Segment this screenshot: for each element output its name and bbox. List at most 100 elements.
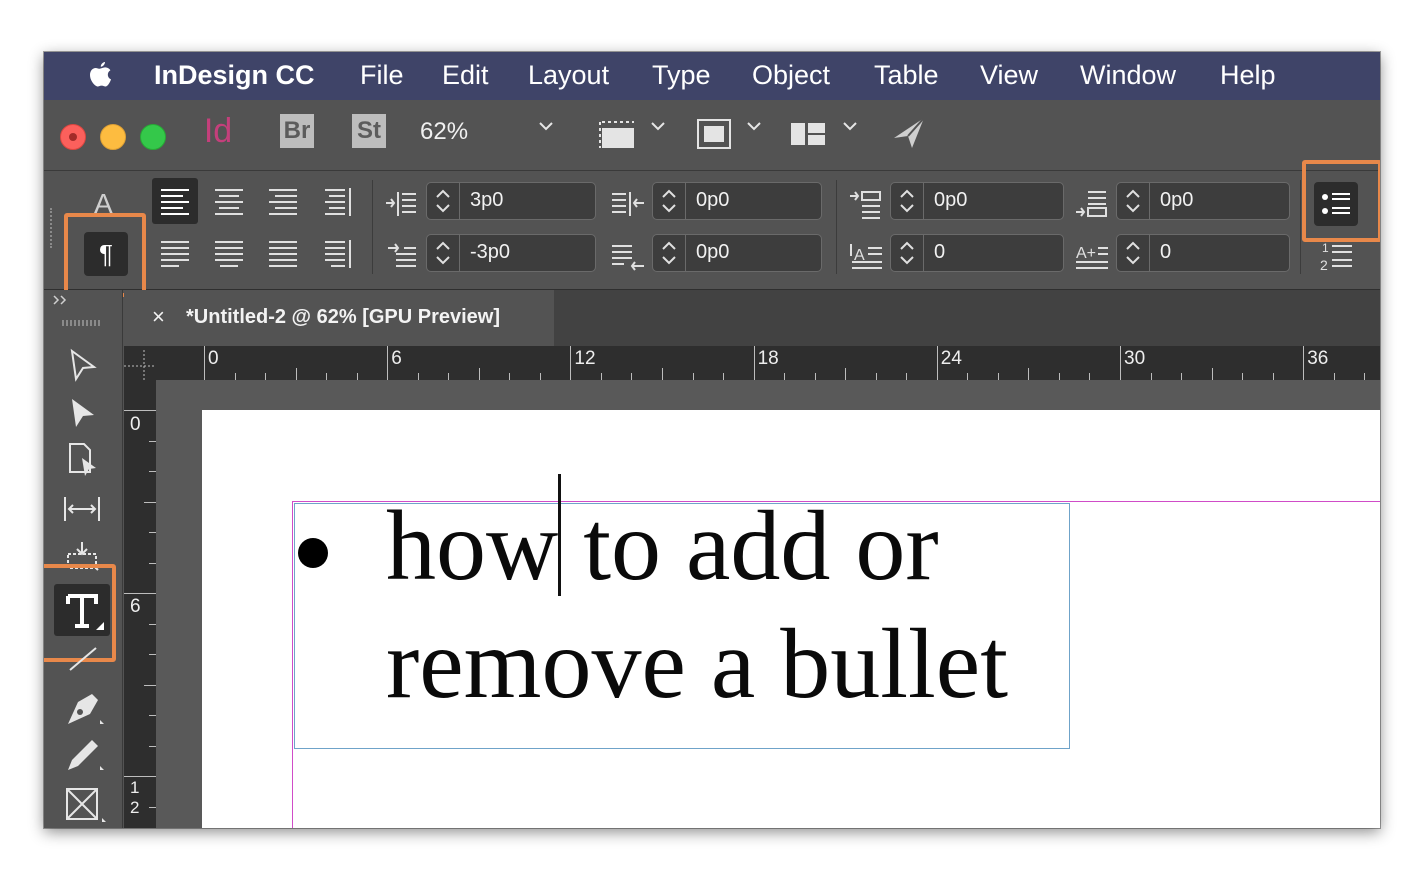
right-indent-field[interactable]: 0p0	[652, 182, 822, 220]
first-line-indent-icon	[388, 243, 416, 267]
justify-center-button[interactable]	[206, 230, 252, 276]
align-away-spine-icon	[325, 240, 351, 268]
last-line-right-indent-value[interactable]: 0p0	[696, 241, 729, 264]
drop-cap-characters-field[interactable]: 0	[1116, 234, 1290, 272]
align-left-button[interactable]	[152, 178, 198, 224]
ruler-major-tick	[753, 346, 755, 380]
ruler-minor-tick	[509, 373, 511, 380]
menu-type[interactable]: Type	[652, 60, 711, 91]
chevron-down-icon[interactable]	[842, 120, 858, 132]
drop-cap-lines-value[interactable]: 0	[934, 241, 945, 264]
last-line-right-indent-field[interactable]: 0p0	[652, 234, 822, 272]
indesign-logo: Id	[203, 112, 233, 150]
panel-grip[interactable]	[62, 320, 100, 326]
pencil-tool-icon[interactable]	[64, 736, 108, 776]
menu-object[interactable]: Object	[752, 60, 830, 91]
chevron-down-icon[interactable]	[650, 120, 666, 132]
chevron-down-icon[interactable]	[538, 120, 554, 132]
space-before-field[interactable]: 0p0	[890, 182, 1064, 220]
screen-mode-icon[interactable]	[696, 118, 732, 150]
justify-left-button[interactable]	[152, 230, 198, 276]
close-window-button[interactable]	[60, 124, 86, 150]
align-center-icon	[215, 189, 243, 215]
align-right-button[interactable]	[260, 178, 306, 224]
ruler-minor-tick	[149, 440, 156, 442]
align-towards-spine-button[interactable]	[314, 178, 360, 224]
vertical-ruler[interactable]: 0 6 12	[124, 380, 156, 828]
numbered-list-icon[interactable]: 1 2	[1316, 238, 1356, 274]
justify-all-button[interactable]	[260, 230, 306, 276]
first-line-indent-stepper[interactable]	[427, 235, 460, 271]
align-center-button[interactable]	[206, 178, 252, 224]
menu-table[interactable]: Table	[874, 60, 939, 91]
align-away-spine-button[interactable]	[314, 230, 360, 276]
menu-window[interactable]: Window	[1080, 60, 1176, 91]
first-line-indent-value[interactable]: -3p0	[470, 241, 510, 264]
text-line-2[interactable]: remove a bullet	[386, 614, 1008, 714]
left-indent-field[interactable]: 3p0	[426, 182, 596, 220]
zoom-window-button[interactable]	[140, 124, 166, 150]
vertical-ruler-label: 2	[130, 798, 140, 817]
direct-selection-tool-icon[interactable]	[68, 348, 98, 384]
zoom-level[interactable]: 62%	[420, 118, 468, 146]
selection-tool-icon[interactable]	[68, 396, 98, 432]
stepper-arrows-icon	[1126, 241, 1140, 265]
menu-file[interactable]: File	[360, 60, 404, 91]
space-before-stepper[interactable]	[891, 183, 924, 219]
space-after-stepper[interactable]	[1117, 183, 1150, 219]
space-after-field[interactable]: 0p0	[1116, 182, 1290, 220]
horizontal-ruler-label: 18	[757, 348, 779, 369]
left-indent-value[interactable]: 3p0	[470, 189, 503, 212]
collapse-panel-icon[interactable]	[52, 294, 70, 306]
view-options-icon[interactable]	[598, 118, 638, 150]
ruler-minor-tick	[1058, 373, 1060, 380]
bullet-glyph	[298, 538, 328, 568]
rectangle-frame-tool-icon[interactable]	[64, 786, 108, 826]
ruler-minor-tick	[265, 373, 267, 380]
space-after-value[interactable]: 0p0	[1160, 189, 1193, 212]
drop-cap-lines-field[interactable]: 0	[890, 234, 1064, 272]
apple-icon[interactable]	[86, 60, 114, 92]
app-name[interactable]: InDesign CC	[154, 60, 315, 91]
bridge-button[interactable]: Br	[280, 114, 314, 148]
ruler-minor-tick	[149, 654, 156, 655]
pen-tool-icon[interactable]	[64, 690, 108, 730]
menu-edit[interactable]: Edit	[442, 60, 489, 91]
horizontal-ruler-label: 24	[940, 348, 962, 369]
stepper-arrows-icon	[1126, 189, 1140, 213]
ruler-major-tick	[124, 776, 156, 777]
document-tab[interactable]: × *Untitled-2 @ 62% [GPU Preview]	[124, 290, 554, 346]
gap-tool-icon[interactable]	[62, 494, 102, 524]
drop-cap-lines-stepper[interactable]	[891, 235, 924, 271]
space-before-value[interactable]: 0p0	[934, 189, 967, 212]
drop-cap-characters-stepper[interactable]	[1117, 235, 1150, 271]
ruler-minor-tick	[1364, 373, 1366, 380]
horizontal-ruler[interactable]: 0 6 12 18 24 30 36	[156, 346, 1380, 381]
ruler-minor-tick	[149, 562, 156, 564]
last-line-right-indent-stepper[interactable]	[653, 235, 686, 271]
ruler-minor-tick	[448, 373, 450, 380]
text-line-1[interactable]: how to add or	[386, 496, 939, 596]
left-indent-stepper[interactable]	[427, 183, 460, 219]
page-tool-icon[interactable]	[66, 442, 100, 478]
menu-layout[interactable]: Layout	[528, 60, 609, 91]
stock-button[interactable]: St	[352, 114, 386, 148]
align-left-icon	[161, 189, 189, 215]
drop-cap-characters-value[interactable]: 0	[1160, 241, 1171, 264]
menu-view[interactable]: View	[980, 60, 1038, 91]
chevron-down-icon[interactable]	[746, 120, 762, 132]
first-line-indent-field[interactable]: -3p0	[426, 234, 596, 272]
document-tab-title[interactable]: *Untitled-2 @ 62% [GPU Preview]	[186, 306, 500, 329]
publish-online-icon[interactable]	[890, 114, 928, 152]
panel-grip[interactable]	[50, 208, 56, 248]
ruler-origin[interactable]	[124, 346, 156, 380]
right-indent-stepper[interactable]	[653, 183, 686, 219]
arrange-documents-icon[interactable]	[790, 122, 826, 146]
menu-help[interactable]: Help	[1220, 60, 1276, 91]
vertical-ruler-label: 6	[130, 596, 141, 617]
stepper-arrows-icon	[436, 241, 450, 265]
right-indent-value[interactable]: 0p0	[696, 189, 729, 212]
minimize-window-button[interactable]	[100, 124, 126, 150]
close-tab-icon[interactable]: ×	[152, 304, 165, 330]
line-tool-icon[interactable]	[66, 644, 100, 674]
